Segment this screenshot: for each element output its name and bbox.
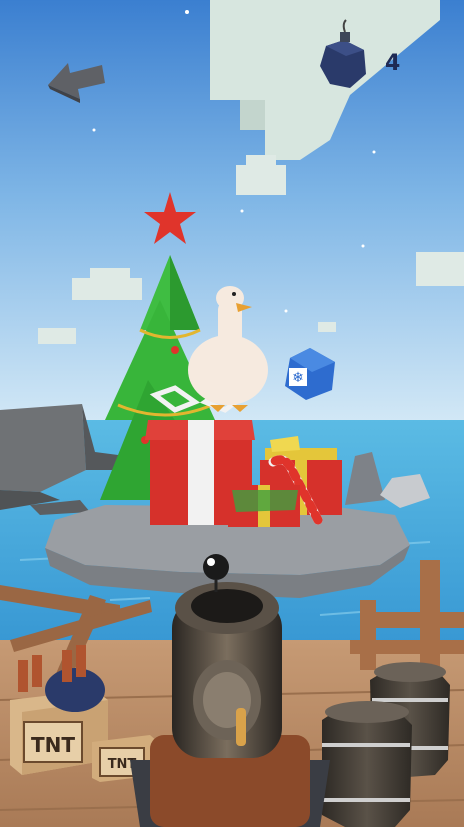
barrel-front bbox=[322, 701, 412, 827]
tnt-label: TNT bbox=[31, 733, 75, 757]
gift-box-small bbox=[228, 485, 300, 527]
bomb-icon bbox=[320, 19, 366, 88]
svg-text:❄: ❄ bbox=[292, 370, 304, 386]
cannon-fire-target[interactable] bbox=[165, 560, 295, 827]
bomb-on-crate bbox=[45, 668, 105, 712]
bomb-counter: 4 bbox=[312, 18, 452, 98]
back-button[interactable] bbox=[40, 55, 120, 110]
bomb-count: 4 bbox=[385, 51, 401, 76]
back-arrow-icon bbox=[48, 63, 105, 103]
